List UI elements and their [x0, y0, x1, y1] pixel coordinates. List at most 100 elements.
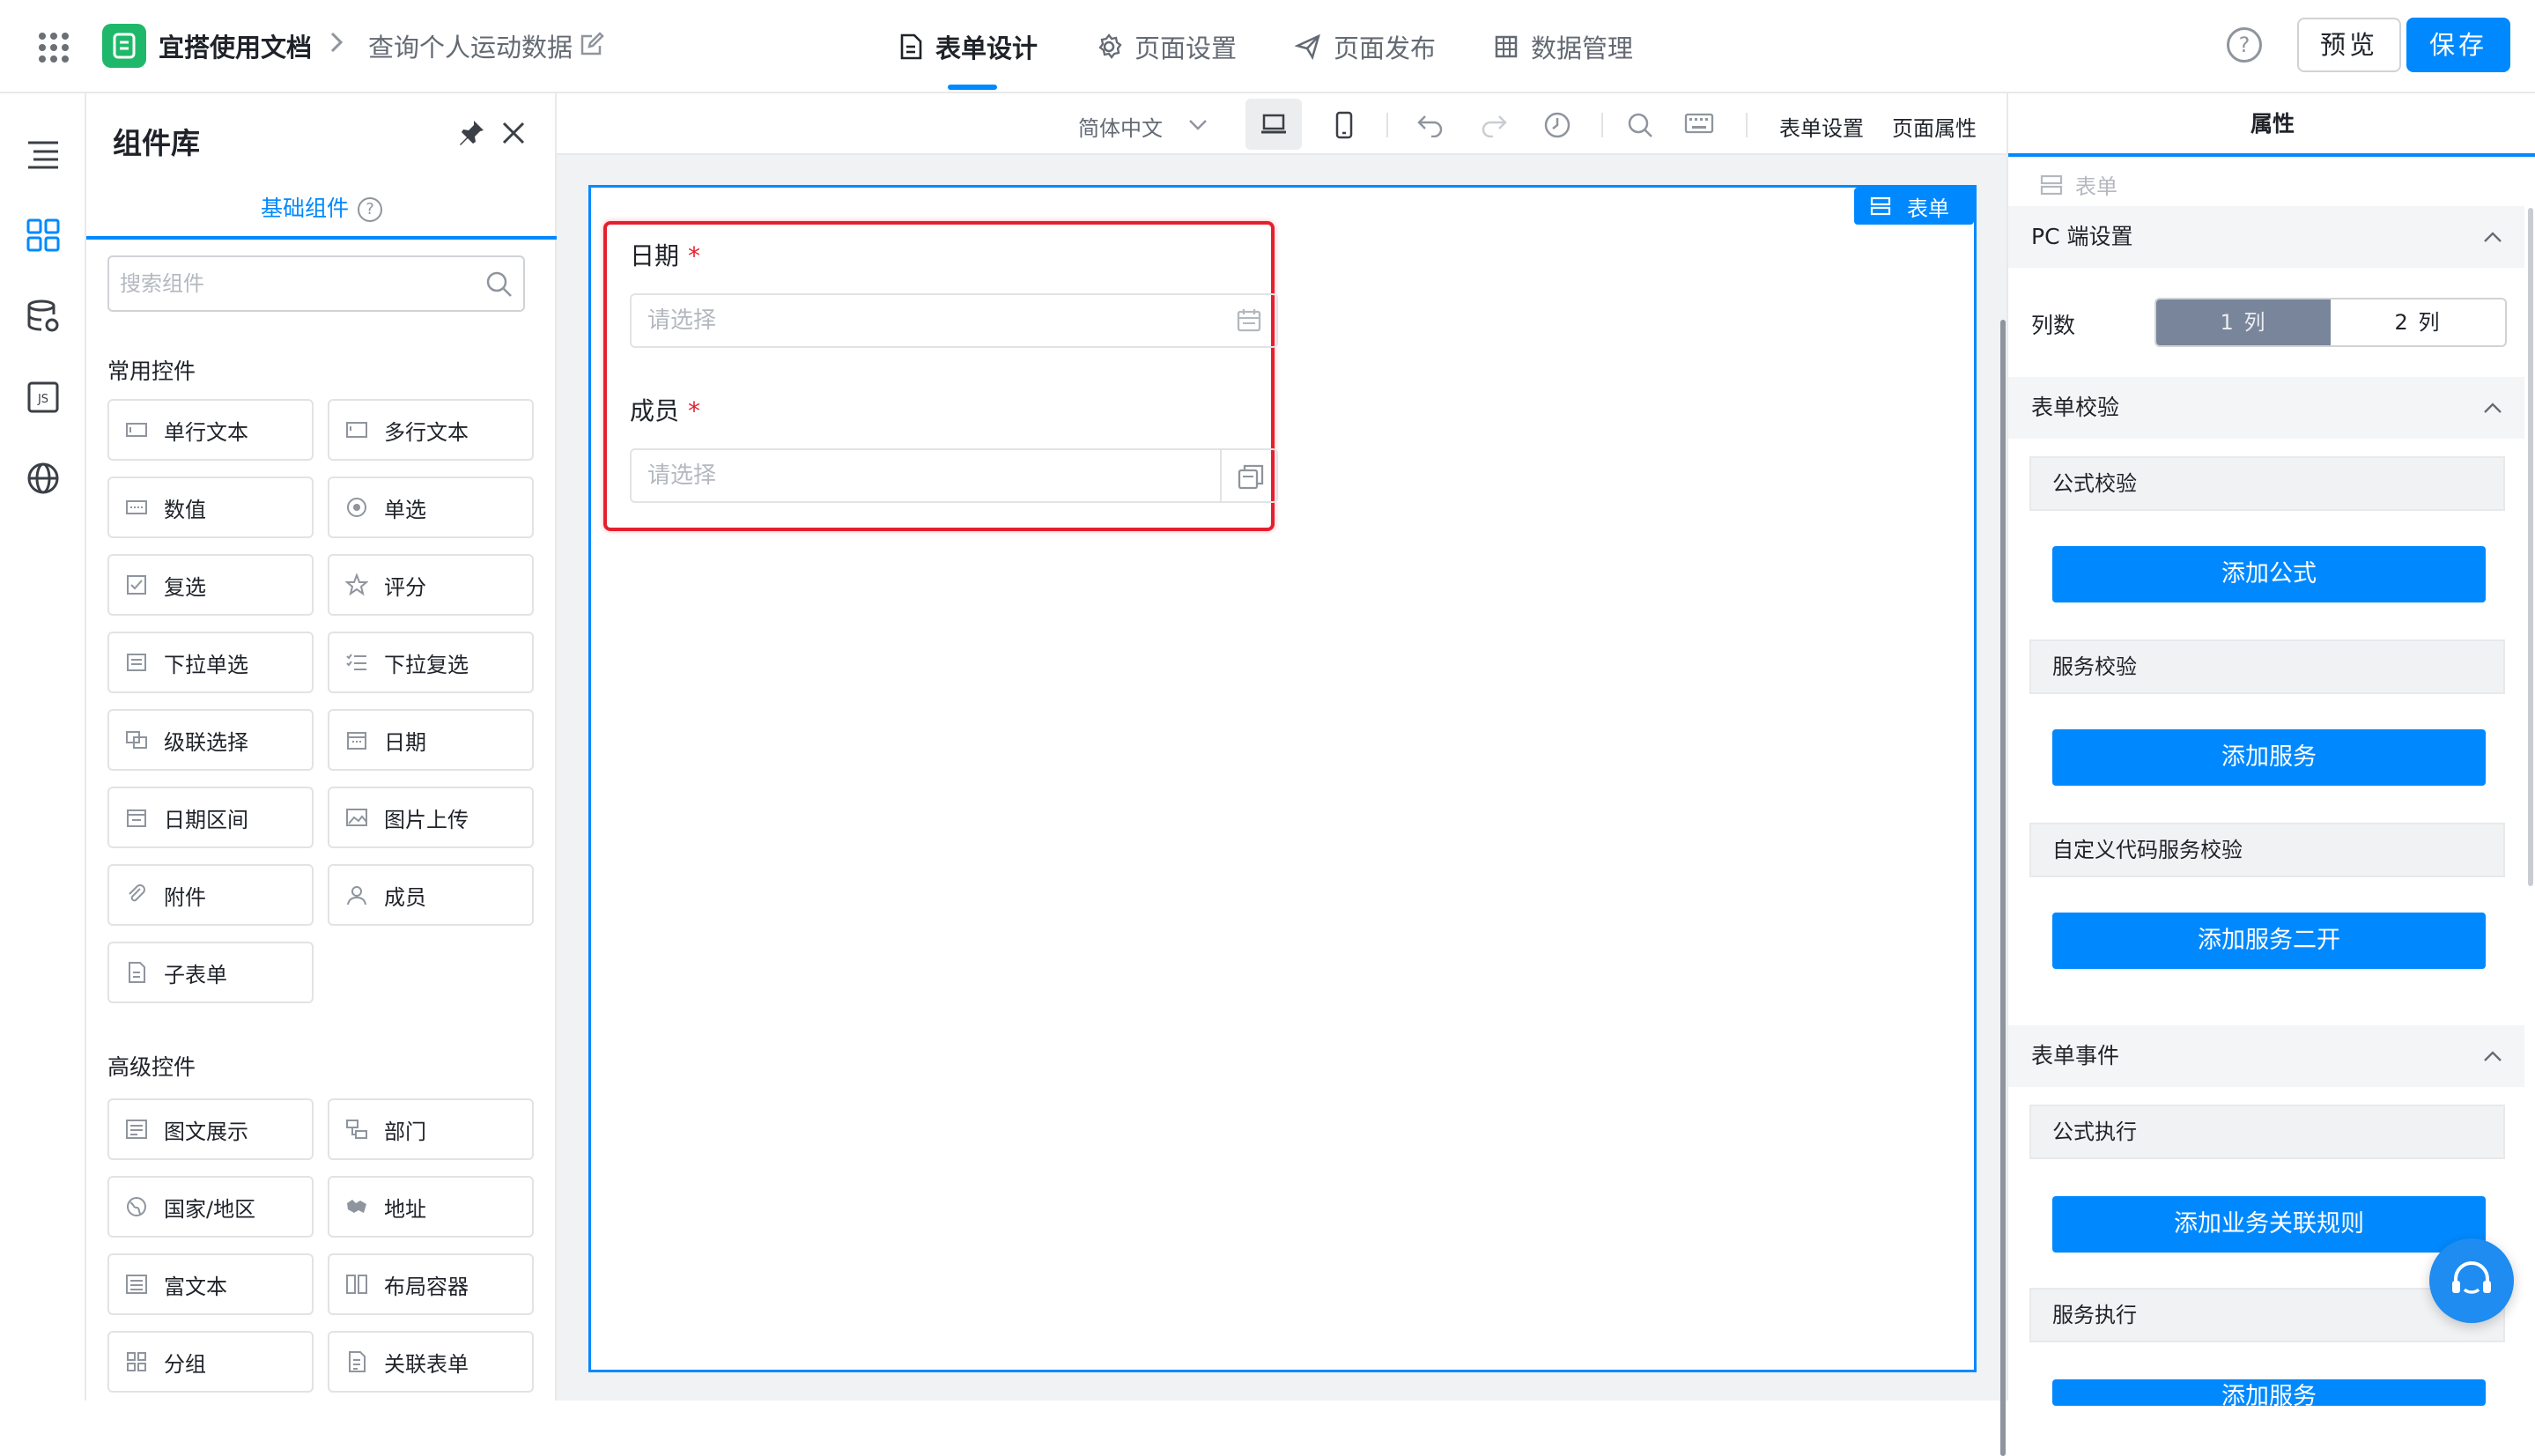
search-input[interactable] — [109, 257, 462, 310]
close-icon[interactable] — [500, 120, 527, 146]
add-formula-button[interactable]: 添加公式 — [2052, 546, 2486, 602]
app-name[interactable]: 宜搭使用文档 — [159, 27, 312, 64]
search-icon — [1628, 113, 1652, 137]
pc-settings-header[interactable]: PC 端设置 — [2008, 206, 2524, 268]
main-tabs: 表单设计 页面设置 页面发布 数据管理 — [898, 0, 1691, 93]
chevron-up-icon[interactable] — [2482, 227, 2503, 248]
component-label: 数值 — [164, 497, 206, 522]
page-title: 查询个人运动数据 — [368, 33, 573, 63]
component-item[interactable]: 国家/地区 — [107, 1176, 314, 1238]
calendar-icon — [347, 732, 366, 750]
component-item[interactable]: 部门 — [328, 1098, 534, 1160]
component-item[interactable]: 数值 — [107, 477, 314, 538]
component-item[interactable]: 下拉复选 — [328, 632, 534, 693]
tab-basic-components[interactable]: 基础组件? — [86, 178, 557, 240]
form-events-header[interactable]: 表单事件 — [2008, 1025, 2524, 1087]
properties-scrollbar[interactable] — [2528, 208, 2533, 886]
canvas-scrollbar[interactable] — [2000, 320, 2006, 1456]
tab-properties[interactable]: 属性 — [2008, 93, 2535, 157]
form-canvas[interactable]: 表单 日期 * 请选择 成员 * 请选择 — [588, 185, 2006, 1456]
pin-icon[interactable] — [456, 118, 486, 148]
js-icon[interactable]: JS — [25, 379, 62, 416]
member-picker-input[interactable]: 请选择 — [630, 448, 1278, 503]
component-item[interactable]: 日期 — [328, 709, 534, 771]
search-button[interactable] — [1612, 99, 1668, 150]
component-item[interactable]: 评分 — [328, 554, 534, 616]
laptop-icon — [1261, 114, 1286, 134]
component-item[interactable]: 附件 — [107, 864, 314, 926]
component-item[interactable]: 关联表单 — [328, 1331, 534, 1393]
component-item[interactable]: 地址 — [328, 1176, 534, 1238]
placeholder-text: 请选择 — [647, 307, 717, 334]
mobile-view-button[interactable] — [1316, 99, 1372, 150]
globe-icon[interactable] — [25, 460, 62, 497]
redo-button[interactable] — [1466, 99, 1522, 150]
save-button[interactable]: 保存 — [2406, 18, 2510, 72]
required-marker: * — [688, 396, 701, 425]
component-item[interactable]: 日期区间 — [107, 787, 314, 848]
validation-header[interactable]: 表单校验 — [2008, 377, 2524, 439]
column-option-1[interactable]: 1 列 — [2156, 299, 2331, 345]
search-icon[interactable] — [484, 270, 514, 299]
preview-button[interactable]: 预览 — [2297, 18, 2401, 72]
column-option-2[interactable]: 2 列 — [2331, 299, 2505, 345]
form-settings-link[interactable]: 表单设置 — [1779, 111, 1864, 142]
history-button[interactable] — [1529, 99, 1585, 150]
component-item[interactable]: 多行文本 — [328, 399, 534, 461]
section-title-advanced: 高级控件 — [107, 1054, 196, 1080]
component-item[interactable]: 子表单 — [107, 942, 314, 1003]
component-label: 图文展示 — [164, 1119, 248, 1144]
component-item[interactable]: 布局容器 — [328, 1253, 534, 1315]
component-label: 评分 — [384, 574, 426, 600]
tab-data-management[interactable]: 数据管理 — [1494, 0, 1633, 93]
component-item[interactable]: 富文本 — [107, 1253, 314, 1315]
components-icon[interactable] — [25, 217, 62, 254]
add-business-rule-button[interactable]: 添加业务关联规则 — [2052, 1196, 2486, 1253]
richtext-icon — [126, 1275, 147, 1294]
component-item[interactable]: 图文展示 — [107, 1098, 314, 1160]
component-item[interactable]: 级联选择 — [107, 709, 314, 771]
add-service-exec-button[interactable]: 添加服务 — [2052, 1379, 2486, 1406]
table-icon — [1495, 35, 1518, 58]
page-properties-link[interactable]: 页面属性 — [1892, 111, 1977, 142]
help-icon[interactable]: ? — [2227, 27, 2262, 63]
component-item[interactable]: 单行文本 — [107, 399, 314, 461]
canvas-toolbar: 简体中文 表单设置 页面属性 — [557, 93, 2007, 155]
undo-button[interactable] — [1402, 99, 1459, 150]
app-grid-icon[interactable] — [39, 33, 69, 63]
chevron-up-icon[interactable] — [2482, 398, 2503, 419]
datasource-icon[interactable] — [25, 298, 62, 335]
question-icon[interactable]: ? — [358, 197, 382, 222]
component-item[interactable]: 成员 — [328, 864, 534, 926]
component-label: 布局容器 — [384, 1274, 469, 1299]
desktop-view-button[interactable] — [1245, 99, 1302, 150]
search-field[interactable] — [107, 255, 525, 312]
add-service-extension-button[interactable]: 添加服务二开 — [2052, 913, 2486, 969]
calendar-icon[interactable] — [1236, 307, 1262, 334]
component-item[interactable]: 分组 — [107, 1331, 314, 1393]
common-components-grid: 单行文本 多行文本数值 单选 复选 评分下拉单选 下拉复选级联选择 日期 日期区间 图片上传 附件… — [107, 399, 534, 1003]
required-marker: * — [688, 241, 701, 270]
checkbox-icon — [127, 575, 146, 595]
member-picker-button[interactable] — [1220, 450, 1276, 501]
add-service-button[interactable]: 添加服务 — [2052, 729, 2486, 786]
component-item[interactable]: 图片上传 — [328, 787, 534, 848]
language-select[interactable]: 简体中文 — [1078, 111, 1163, 142]
tab-form-design[interactable]: 表单设计 — [898, 0, 1038, 93]
customer-service-button[interactable] — [2429, 1238, 2514, 1323]
panel-title: 组件库 — [113, 126, 200, 160]
component-label: 下拉复选 — [384, 652, 469, 677]
chevron-down-icon[interactable] — [1187, 115, 1208, 136]
chevron-up-icon[interactable] — [2482, 1046, 2503, 1068]
edit-icon[interactable] — [579, 32, 605, 62]
tab-page-publish[interactable]: 页面发布 — [1295, 0, 1436, 93]
tab-page-settings[interactable]: 页面设置 — [1096, 0, 1237, 93]
component-item[interactable]: 单选 — [328, 477, 534, 538]
shortcut-button[interactable] — [1670, 99, 1726, 150]
component-label: 多行文本 — [384, 419, 469, 445]
component-item[interactable]: 下拉单选 — [107, 632, 314, 693]
outline-icon[interactable] — [25, 136, 62, 173]
date-picker-input[interactable]: 请选择 — [630, 293, 1278, 348]
form-selection-tag[interactable]: 表单 — [1854, 188, 1974, 225]
component-item[interactable]: 复选 — [107, 554, 314, 616]
